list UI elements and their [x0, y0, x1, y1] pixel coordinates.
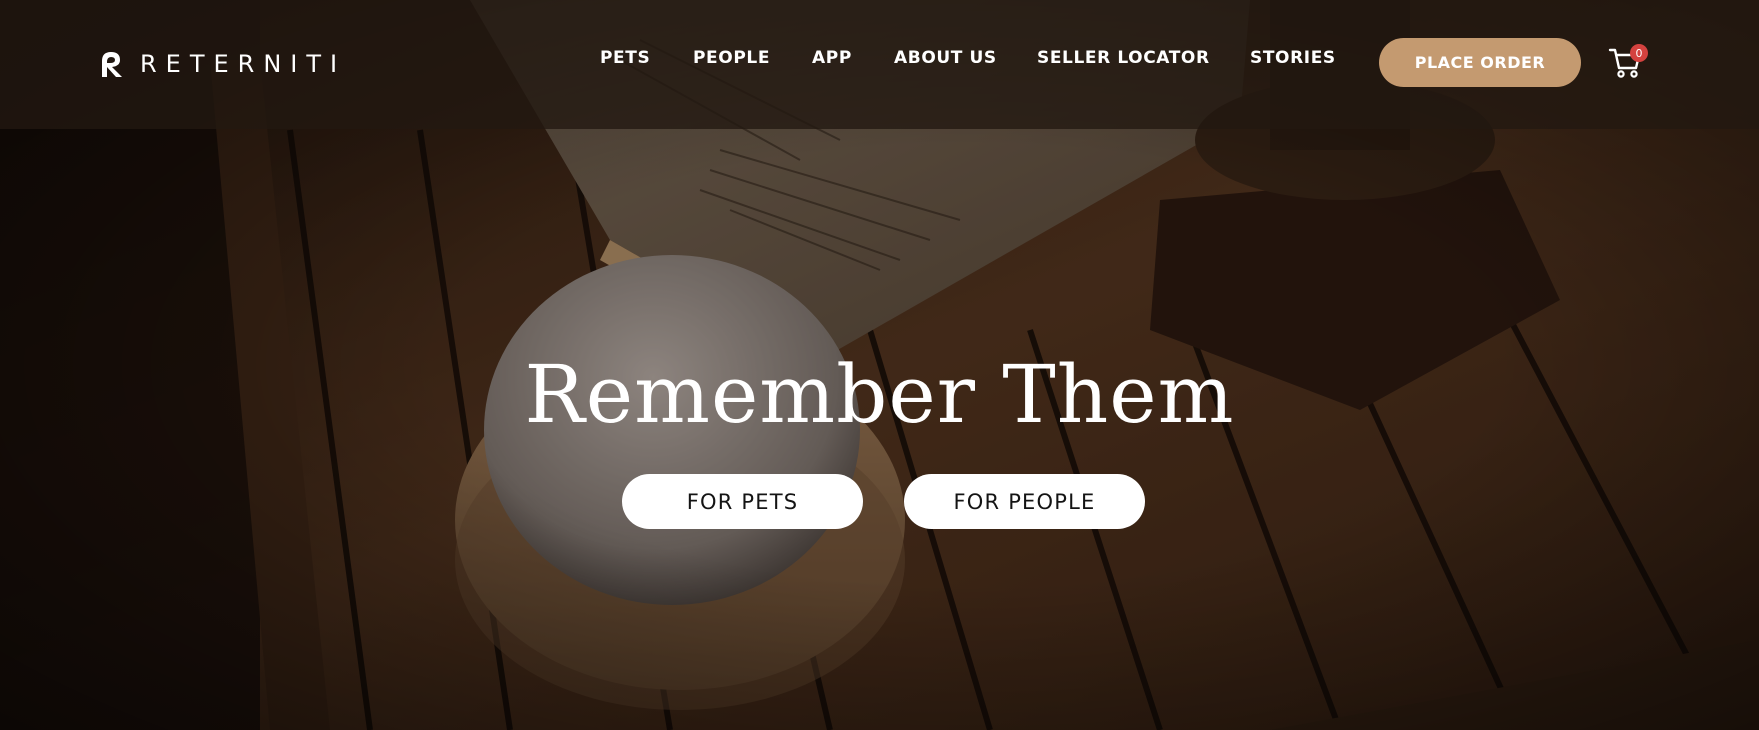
brand-name: RETERNITI [140, 50, 347, 78]
place-order-button[interactable]: PLACE ORDER [1379, 38, 1581, 87]
nav-item-about-us[interactable]: ABOUT US [894, 48, 997, 68]
site-header: RETERNITI PETS PEOPLE APP ABOUT US SELLE… [0, 0, 1759, 129]
brand-logo[interactable]: RETERNITI [96, 46, 346, 82]
nav-item-app[interactable]: APP [812, 48, 852, 68]
cart-button[interactable]: 0 [1608, 44, 1648, 82]
nav-item-seller-locator[interactable]: SELLER LOCATOR [1037, 48, 1210, 68]
for-people-button[interactable]: FOR PEOPLE [904, 474, 1145, 529]
for-pets-button[interactable]: FOR PETS [622, 474, 863, 529]
hero-headline: Remember Them [524, 348, 1235, 441]
logo-mark-icon [102, 52, 122, 77]
nav-item-pets[interactable]: PETS [600, 48, 650, 68]
nav-item-stories[interactable]: STORIES [1250, 48, 1336, 68]
nav-item-people[interactable]: PEOPLE [693, 48, 770, 68]
cart-count-badge: 0 [1630, 44, 1648, 62]
